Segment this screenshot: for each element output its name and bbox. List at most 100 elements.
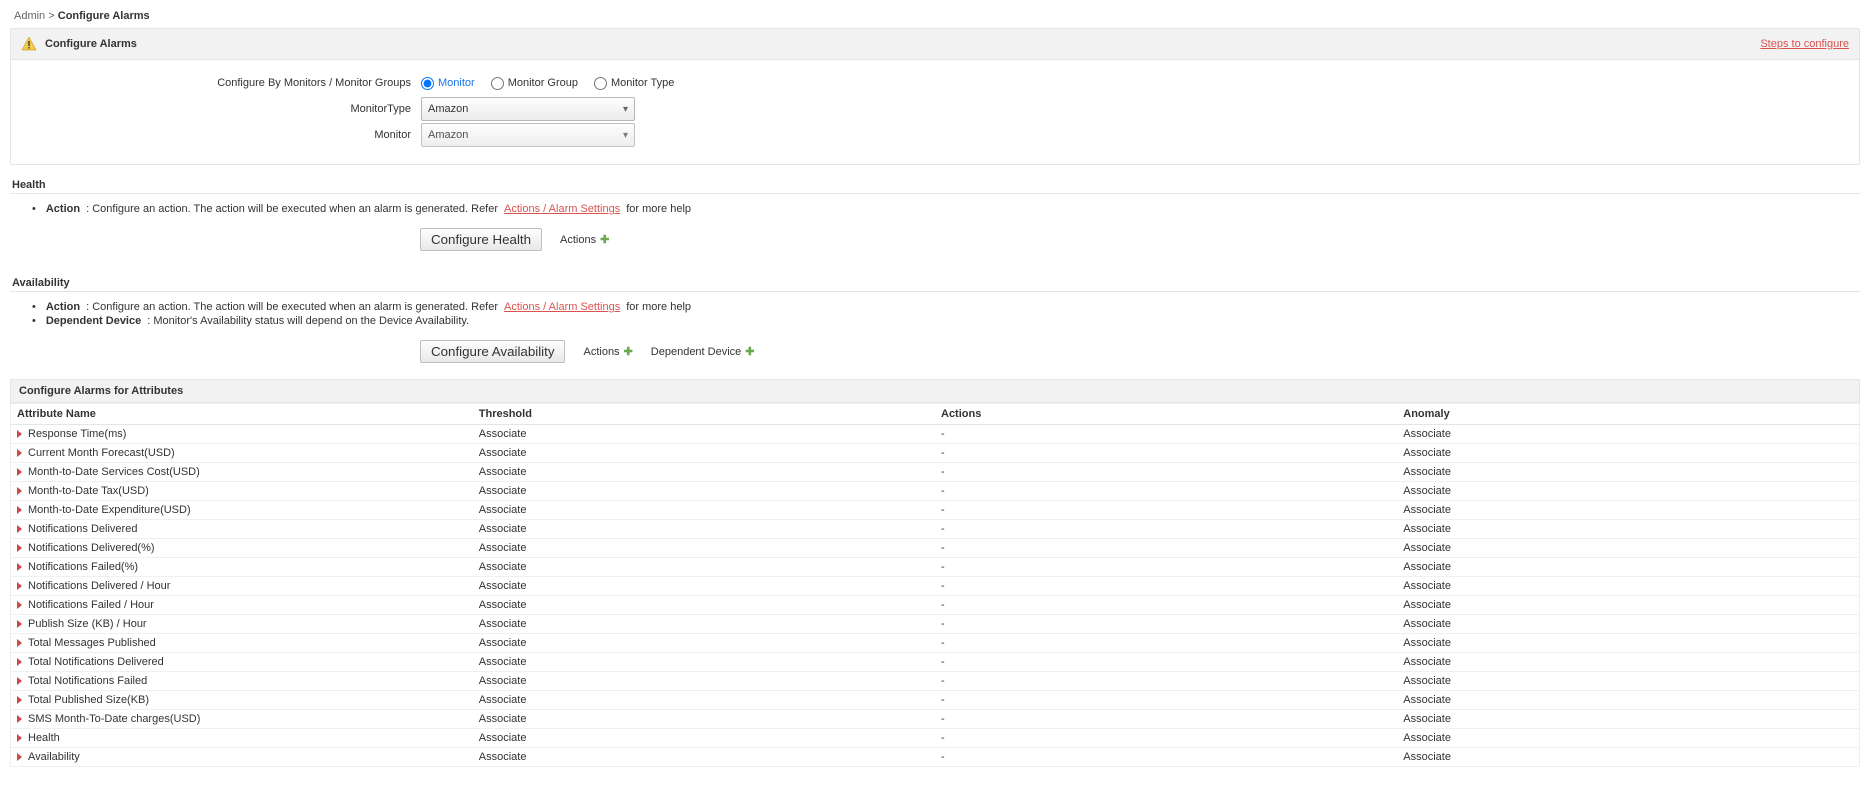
threshold-cell[interactable]: Associate [473,501,935,520]
threshold-cell[interactable]: Associate [473,748,935,767]
col-header-name: Attribute Name [11,404,473,425]
avail-action-post: for more help [626,301,691,313]
attribute-name-cell[interactable]: Total Published Size(KB) [11,691,473,710]
threshold-cell[interactable]: Associate [473,710,935,729]
attribute-name: Current Month Forecast(USD) [28,447,175,459]
threshold-cell[interactable]: Associate [473,615,935,634]
health-action-post: for more help [626,203,691,215]
attribute-name-cell[interactable]: Notifications Delivered [11,520,473,539]
anomaly-cell[interactable]: Associate [1397,653,1859,672]
config-by-label: Configure By Monitors / Monitor Groups [11,77,421,89]
anomaly-cell[interactable]: Associate [1397,501,1859,520]
threshold-cell[interactable]: Associate [473,425,935,444]
anomaly-cell[interactable]: Associate [1397,520,1859,539]
breadcrumb-current: Configure Alarms [58,10,150,22]
monitor-type-value: Amazon [428,103,468,115]
col-header-anomaly: Anomaly [1397,404,1859,425]
threshold-cell[interactable]: Associate [473,539,935,558]
anomaly-cell[interactable]: Associate [1397,558,1859,577]
anomaly-cell[interactable]: Associate [1397,482,1859,501]
actions-cell: - [935,672,1397,691]
attribute-name-cell[interactable]: Notifications Failed(%) [11,558,473,577]
anomaly-cell[interactable]: Associate [1397,425,1859,444]
attribute-name-cell[interactable]: Month-to-Date Expenditure(USD) [11,501,473,520]
attribute-name-cell[interactable]: Notifications Delivered(%) [11,539,473,558]
attribute-name: Month-to-Date Expenditure(USD) [28,504,191,516]
avail-actions-add[interactable]: Actions ✚ [583,345,632,358]
threshold-cell[interactable]: Associate [473,577,935,596]
table-row: SMS Month-To-Date charges(USD)Associate-… [11,710,1860,729]
avail-dependent-add[interactable]: Dependent Device ✚ [651,345,755,358]
health-title: Health [10,175,1860,194]
anomaly-cell[interactable]: Associate [1397,729,1859,748]
table-row: Publish Size (KB) / HourAssociate-Associ… [11,615,1860,634]
anomaly-cell[interactable]: Associate [1397,615,1859,634]
threshold-cell[interactable]: Associate [473,444,935,463]
anomaly-cell[interactable]: Associate [1397,634,1859,653]
configure-health-button[interactable]: Configure Health [420,228,542,251]
radio-monitor-input[interactable] [421,77,434,90]
table-row: Total Notifications DeliveredAssociate-A… [11,653,1860,672]
radio-monitor-type-input[interactable] [594,77,607,90]
anomaly-cell[interactable]: Associate [1397,463,1859,482]
threshold-cell[interactable]: Associate [473,672,935,691]
anomaly-cell[interactable]: Associate [1397,748,1859,767]
anomaly-cell[interactable]: Associate [1397,539,1859,558]
radio-monitor-type[interactable]: Monitor Type [594,77,674,90]
attribute-name-cell[interactable]: Total Messages Published [11,634,473,653]
avail-alarm-settings-link[interactable]: Actions / Alarm Settings [504,301,620,313]
attribute-name-cell[interactable]: Current Month Forecast(USD) [11,444,473,463]
radio-monitor[interactable]: Monitor [421,77,475,90]
arrow-right-icon [17,525,22,533]
attribute-name-cell[interactable]: Availability [11,748,473,767]
configure-alarms-panel: Configure Alarms Steps to configure Conf… [10,28,1860,165]
attribute-name: Month-to-Date Services Cost(USD) [28,466,200,478]
threshold-cell[interactable]: Associate [473,482,935,501]
arrow-right-icon [17,696,22,704]
attribute-name-cell[interactable]: Notifications Delivered / Hour [11,577,473,596]
threshold-cell[interactable]: Associate [473,691,935,710]
threshold-cell[interactable]: Associate [473,634,935,653]
actions-cell: - [935,463,1397,482]
attribute-name-cell[interactable]: Month-to-Date Tax(USD) [11,482,473,501]
threshold-cell[interactable]: Associate [473,729,935,748]
health-alarm-settings-link[interactable]: Actions / Alarm Settings [504,203,620,215]
configure-availability-button[interactable]: Configure Availability [420,340,565,363]
monitor-select[interactable]: Amazon ▾ [421,123,635,147]
actions-cell: - [935,501,1397,520]
anomaly-cell[interactable]: Associate [1397,444,1859,463]
threshold-cell[interactable]: Associate [473,463,935,482]
attribute-name-cell[interactable]: Notifications Failed / Hour [11,596,473,615]
avail-dependent-label: Dependent Device [46,315,141,327]
attribute-name-cell[interactable]: Total Notifications Delivered [11,653,473,672]
anomaly-cell[interactable]: Associate [1397,710,1859,729]
attribute-name-cell[interactable]: Month-to-Date Services Cost(USD) [11,463,473,482]
attribute-name-cell[interactable]: Health [11,729,473,748]
anomaly-cell[interactable]: Associate [1397,596,1859,615]
threshold-cell[interactable]: Associate [473,653,935,672]
attribute-name-cell[interactable]: Publish Size (KB) / Hour [11,615,473,634]
threshold-cell[interactable]: Associate [473,520,935,539]
actions-cell: - [935,577,1397,596]
monitor-type-select[interactable]: Amazon ▾ [421,97,635,121]
arrow-right-icon [17,487,22,495]
arrow-right-icon [17,601,22,609]
attribute-name-cell[interactable]: SMS Month-To-Date charges(USD) [11,710,473,729]
attribute-name-cell[interactable]: Response Time(ms) [11,425,473,444]
steps-to-configure-link[interactable]: Steps to configure [1760,38,1849,50]
table-row: Notifications Failed(%)Associate-Associa… [11,558,1860,577]
threshold-cell[interactable]: Associate [473,558,935,577]
threshold-cell[interactable]: Associate [473,596,935,615]
radio-monitor-group[interactable]: Monitor Group [491,77,578,90]
arrow-right-icon [17,715,22,723]
anomaly-cell[interactable]: Associate [1397,672,1859,691]
attribute-name-cell[interactable]: Total Notifications Failed [11,672,473,691]
breadcrumb-admin[interactable]: Admin [14,10,45,22]
anomaly-cell[interactable]: Associate [1397,577,1859,596]
plus-icon: ✚ [624,345,633,358]
warning-icon [21,36,37,52]
attribute-name: Total Notifications Failed [28,675,147,687]
radio-monitor-group-input[interactable] [491,77,504,90]
anomaly-cell[interactable]: Associate [1397,691,1859,710]
health-actions-add[interactable]: Actions ✚ [560,233,609,246]
